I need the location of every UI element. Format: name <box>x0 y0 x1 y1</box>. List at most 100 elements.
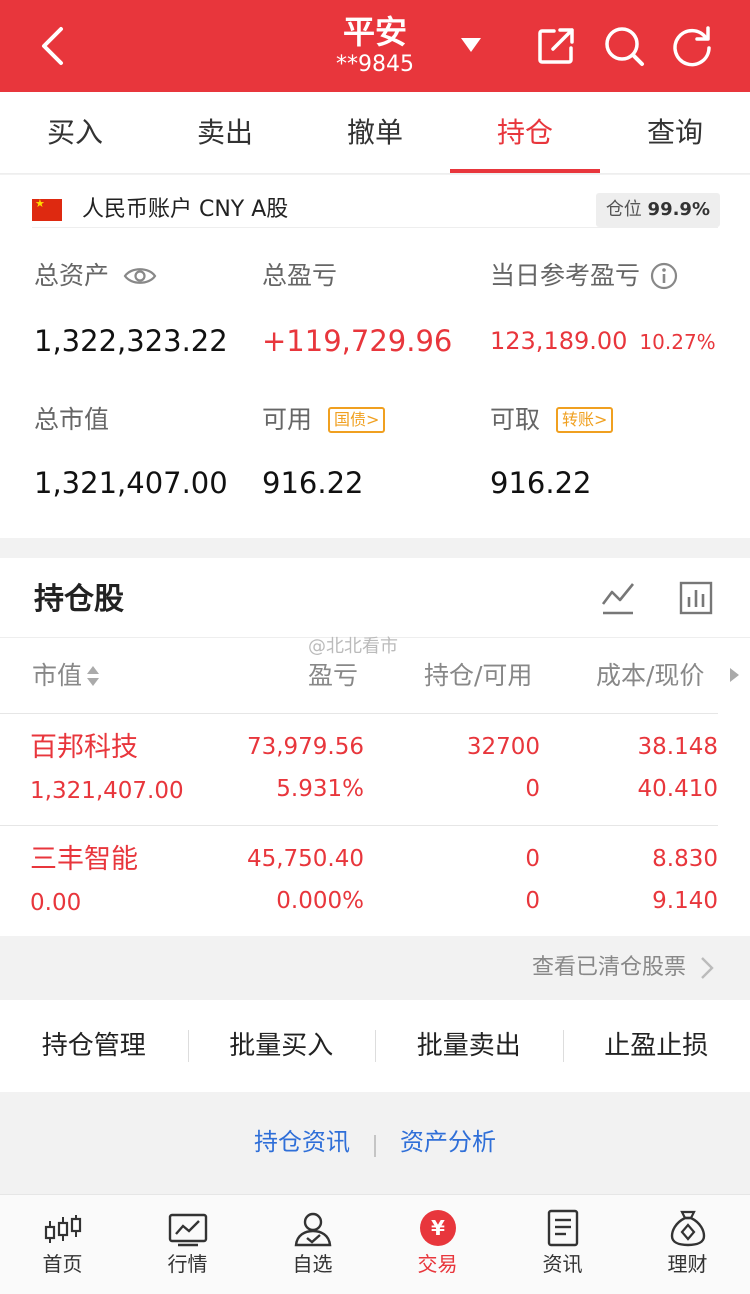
cleared-stocks-link: 查看已清仓股票 <box>531 955 686 980</box>
stock-price: 9.140 <box>652 888 718 914</box>
tab-query[interactable]: 查询 <box>600 92 750 173</box>
stock-available: 0 <box>525 888 540 914</box>
total-pl-value: +119,729.96 <box>262 324 453 358</box>
total-assets-value: 1,322,323.22 <box>34 324 228 358</box>
stock-pl: 45,750.40 <box>246 846 364 872</box>
position-label: 仓位 <box>605 199 642 220</box>
nav-news[interactable]: 资讯 <box>500 1195 625 1294</box>
nav-home[interactable]: 首页 <box>0 1195 125 1294</box>
column-holding: 持仓/可用 <box>424 661 533 690</box>
account-summary: 人民币账户 CNY A股 仓位 99.9% 总资产 1,322,323.22 总… <box>0 175 750 538</box>
account-switcher[interactable]: 平安 **9845 <box>300 12 450 78</box>
broker-title: 平安 <box>342 13 407 51</box>
column-cost-price: 成本/现价 <box>596 661 705 690</box>
asset-analysis-link[interactable]: 资产分析 <box>400 1128 496 1156</box>
nav-wealth[interactable]: 理财 <box>625 1195 750 1294</box>
sort-icon <box>86 664 100 688</box>
available-label-wrap: 可用 国债> <box>262 403 386 437</box>
stock-cost: 38.148 <box>637 734 718 760</box>
account-number: **9845 <box>336 52 414 77</box>
stock-market-value: 1,321,407.00 <box>30 778 184 804</box>
stock-name: 百邦科技 <box>30 732 138 763</box>
nav-label: 行情 <box>167 1252 208 1276</box>
account-row: 人民币账户 CNY A股 仓位 99.9% <box>32 187 722 229</box>
view-cleared-stocks[interactable]: 查看已清仓股票 <box>0 936 750 1000</box>
position-management-button[interactable]: 持仓管理 <box>0 1000 188 1092</box>
stock-available: 0 <box>525 776 540 802</box>
yuan-icon: ¥ <box>375 1195 500 1249</box>
search-icon[interactable] <box>600 22 648 70</box>
money-bag-icon <box>625 1195 750 1249</box>
bar-chart-icon[interactable] <box>676 576 716 620</box>
trade-tabs: 买入 卖出 撤单 持仓 查询 <box>0 92 750 174</box>
document-icon <box>500 1195 625 1249</box>
stop-profit-loss-button[interactable]: 止盈止损 <box>562 1000 750 1092</box>
trend-line-icon[interactable] <box>598 576 638 620</box>
share-icon[interactable] <box>532 22 580 70</box>
top-bar: 平安 **9845 <box>0 0 750 92</box>
nav-market[interactable]: 行情 <box>125 1195 250 1294</box>
holding-row[interactable]: 百邦科技 1,321,407.00 73,979.56 5.931% 32700… <box>0 714 750 824</box>
chevron-right-icon <box>700 956 714 984</box>
dropdown-triangle-icon[interactable] <box>456 32 486 58</box>
user-check-icon <box>250 1195 375 1249</box>
available-value: 916.22 <box>262 466 364 500</box>
nav-watchlist[interactable]: 自选 <box>250 1195 375 1294</box>
back-arrow-icon[interactable] <box>30 22 74 70</box>
batch-buy-button[interactable]: 批量买入 <box>187 1000 376 1092</box>
position-value: 99.9% <box>647 199 710 220</box>
svg-text:¥: ¥ <box>431 1216 445 1240</box>
nav-label: 首页 <box>42 1252 83 1276</box>
tab-buy[interactable]: 买入 <box>0 92 150 173</box>
withdrawable-label-wrap: 可取 转账> <box>490 403 614 437</box>
withdrawable-label: 可取 <box>490 405 541 434</box>
available-label: 可用 <box>262 405 313 434</box>
stock-pl-percent: 0.000% <box>276 888 364 914</box>
withdrawable-value: 916.22 <box>490 466 592 500</box>
holdings-news-link[interactable]: 持仓资讯 <box>254 1128 350 1156</box>
holding-row[interactable]: 三丰智能 0.00 45,750.40 0.000% 0 0 8.830 9.1… <box>0 826 750 936</box>
position-badge: 仓位 99.9% <box>595 193 720 227</box>
scroll-right-icon[interactable] <box>728 658 740 704</box>
nav-label: 资讯 <box>542 1252 583 1276</box>
divider <box>32 227 718 228</box>
total-assets-label-wrap: 总资产 <box>34 259 157 293</box>
stock-holding: 32700 <box>466 734 540 760</box>
stock-holding: 0 <box>525 846 540 872</box>
stock-market-value: 0.00 <box>30 890 82 916</box>
nav-trade[interactable]: ¥ 交易 <box>375 1195 500 1294</box>
trading-page: 平安 **9845 买入 卖出 撤单 持仓 查询 人民币账户 CNY A股 仓位 <box>0 0 750 1294</box>
batch-sell-button[interactable]: 批量卖出 <box>375 1000 563 1092</box>
holdings-toolbar: 持仓管理 批量买入 批量卖出 止盈止损 <box>0 1000 750 1092</box>
nav-label: 自选 <box>292 1252 333 1276</box>
bottom-nav: 首页 行情 自选 ¥ 交易 资讯 理财 <box>0 1194 750 1294</box>
stock-cost: 8.830 <box>652 846 718 872</box>
total-pl-label: 总盈亏 <box>262 261 338 290</box>
info-icon[interactable] <box>650 262 678 290</box>
tab-holdings[interactable]: 持仓 <box>450 92 600 173</box>
refresh-icon[interactable] <box>668 22 716 70</box>
holdings-section: 持仓股 @北北看市 市值 盈亏 持仓/可用 成本/现价 百邦科技 1,321,4… <box>0 558 750 936</box>
stock-price: 40.410 <box>637 776 718 802</box>
daily-pl-wrap: 123,189.00 10.27% <box>490 321 716 362</box>
daily-pl-value: 123,189.00 <box>490 327 628 355</box>
daily-pl-percent: 10.27% <box>639 330 716 354</box>
column-market-value[interactable]: 市值 <box>32 656 100 696</box>
treasury-bond-chip[interactable]: 国债> <box>328 407 386 433</box>
divider <box>374 1134 376 1157</box>
tab-sell[interactable]: 卖出 <box>150 92 300 173</box>
column-pl: 盈亏 <box>308 661 359 690</box>
eye-icon[interactable] <box>123 265 157 287</box>
candlestick-icon <box>0 1195 125 1249</box>
tab-cancel[interactable]: 撤单 <box>300 92 450 173</box>
market-value-label: 总市值 <box>34 405 110 434</box>
holdings-title: 持仓股 <box>34 582 124 617</box>
chart-icon <box>125 1195 250 1249</box>
transfer-chip[interactable]: 转账> <box>556 407 614 433</box>
stock-pl: 73,979.56 <box>246 734 364 760</box>
stock-name: 三丰智能 <box>30 844 138 875</box>
footer-links: 持仓资讯 资产分析 <box>0 1112 750 1172</box>
daily-pl-label-wrap: 当日参考盈亏 <box>490 259 678 293</box>
market-value: 1,321,407.00 <box>34 466 228 500</box>
daily-pl-label: 当日参考盈亏 <box>490 261 641 290</box>
